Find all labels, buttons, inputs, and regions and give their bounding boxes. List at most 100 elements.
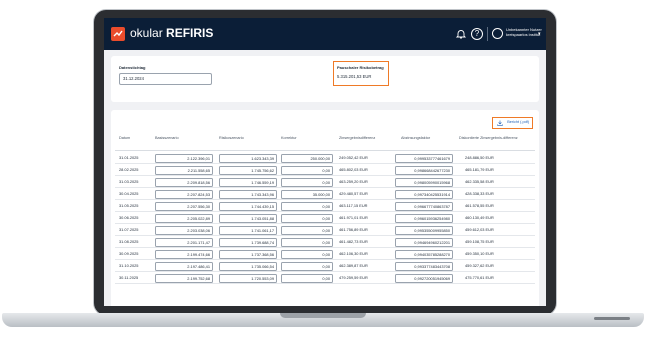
cell-datum: 31.01.2025 [119, 155, 139, 160]
laptop-mockup: okular REFIRIS ? Unbekannter Nutzer krei… [0, 0, 646, 349]
cell-zins: 463.117,15 EUR [339, 203, 368, 208]
faktor-input[interactable]: 0,997340425531914 [395, 189, 453, 199]
faktor-input[interactable]: 0,999533777461679 [395, 153, 453, 163]
korrektur-input[interactable]: 0,00 [281, 177, 333, 187]
table-row: 30.06.2025 2.205.022,89 1.743.051,88 0,00 46… [115, 212, 535, 224]
basis-input[interactable]: 2.122.396,01 [155, 153, 213, 163]
cell-datum: 30.11.2025 [119, 275, 139, 280]
risiko-input[interactable]: 1.746.559,19 [219, 177, 277, 187]
faktor-input[interactable]: 0,994035785288270 [395, 249, 453, 259]
cell-zins: 461.756,89 EUR [339, 227, 368, 232]
cell-disk: 462.335,58 EUR [465, 179, 494, 184]
korrektur-input[interactable]: 0,00 [281, 261, 333, 271]
cell-datum: 31.05.2025 [119, 203, 139, 208]
user-menu[interactable]: Unbekannter Nutzer kreispaarlos institut [506, 27, 542, 37]
basis-input[interactable]: 2.199.474,66 [155, 249, 213, 259]
korrektur-input[interactable]: 0,00 [281, 213, 333, 223]
cell-zins: 461.971,01 EUR [339, 215, 368, 220]
basis-input[interactable]: 2.207.556,30 [155, 201, 213, 211]
help-icon[interactable]: ? [471, 28, 483, 40]
logo-icon[interactable] [111, 27, 125, 41]
faktor-input[interactable]: 0,996677740863787 [395, 201, 453, 211]
user-name-line2: kreispaarlos institut [506, 32, 541, 37]
user-icon[interactable] [492, 28, 503, 39]
cell-datum: 28.02.2025 [119, 167, 139, 172]
cell-disk: 475.770,61 EUR [465, 275, 494, 280]
stichtag-input[interactable]: 31.12.2024 [119, 73, 212, 85]
risiko-input[interactable]: 1.745.756,62 [219, 165, 277, 175]
korrektur-input[interactable]: 0,00 [281, 237, 333, 247]
table-row: 31.10.2025 2.197.486,41 1.735.066,54 0,00 46… [115, 260, 535, 272]
risiko-input[interactable]: 1.743.051,88 [219, 213, 277, 223]
faktor-input[interactable]: 0,996015936254980 [395, 213, 453, 223]
faktor-input[interactable]: 0,994694960212201 [395, 237, 453, 247]
pauschal-label: Pauschaler Risikobetrag [337, 65, 384, 70]
risiko-input[interactable]: 1.737.368,56 [219, 249, 277, 259]
risiko-input[interactable]: 1.735.066,54 [219, 261, 277, 271]
korrektur-input[interactable]: 0,00 [281, 201, 333, 211]
col-disk[interactable]: Diskontierte Zinsergebnis-differenz [459, 136, 521, 141]
faktor-input[interactable]: 0,995355009955850 [395, 225, 453, 235]
col-faktor[interactable]: Abzinsungsfaktor [401, 136, 430, 141]
korrektur-input[interactable]: 0,00 [281, 249, 333, 259]
basis-input[interactable]: 2.209.818,56 [155, 177, 213, 187]
table-row: 31.03.2025 2.209.818,56 1.746.559,19 0,00 46… [115, 176, 535, 188]
table-row: 28.02.2025 2.211.558,65 1.745.756,62 0,00 46… [115, 164, 535, 176]
stichtag-label: Datenstichtag [119, 65, 146, 70]
basis-input[interactable]: 2.203.038,06 [155, 225, 213, 235]
table-row: 31.08.2025 2.201.171,47 1.739.688,74 0,00 46… [115, 236, 535, 248]
col-zins[interactable]: Zinsergebnisdifferenz [339, 136, 375, 141]
app-screen: okular REFIRIS ? Unbekannter Nutzer krei… [104, 18, 546, 306]
korrektur-input[interactable]: 0,00 [281, 225, 333, 235]
basis-input[interactable]: 2.211.558,65 [155, 165, 213, 175]
app-header: okular REFIRIS ? Unbekannter Nutzer krei… [104, 18, 546, 50]
table-row: 30.11.2025 2.199.752,68 1.720.553,09 0,00 47… [115, 272, 535, 284]
korrektur-input[interactable]: 35.000,00 [281, 189, 333, 199]
faktor-input[interactable]: 0,998005990015968 [395, 177, 453, 187]
risiko-input[interactable]: 1.623.343,39 [219, 153, 277, 163]
cell-disk: 459.612,03 EUR [465, 227, 494, 232]
korrektur-input[interactable]: 0,00 [281, 165, 333, 175]
cell-disk: 248.886,50 EUR [465, 155, 494, 160]
faktor-input[interactable]: 0,998668442677230 [395, 165, 453, 175]
col-risiko[interactable]: Risikoszenario [219, 136, 244, 141]
bell-icon[interactable] [455, 28, 467, 40]
faktor-input[interactable]: 0,992720051945069 [395, 273, 453, 283]
risiko-input[interactable]: 1.720.553,09 [219, 273, 277, 283]
risiko-input[interactable]: 1.741.061,17 [219, 225, 277, 235]
table-row: 30.04.2025 2.207.824,53 1.743.343,96 35.000… [115, 188, 535, 200]
table-row: 31.07.2025 2.203.038,06 1.741.061,17 0,00 46… [115, 224, 535, 236]
pauschal-value: 5.315.201,53 EUR [337, 74, 372, 79]
cell-datum: 31.03.2025 [119, 179, 139, 184]
col-basis[interactable]: Basisszenario [155, 136, 179, 141]
cell-zins: 479.259,59 EUR [339, 275, 368, 280]
risiko-input[interactable]: 1.743.343,96 [219, 189, 277, 199]
basis-input[interactable]: 2.199.752,68 [155, 273, 213, 283]
cell-datum: 30.06.2025 [119, 215, 139, 220]
cell-zins: 429.480,57 EUR [339, 191, 368, 196]
cell-zins: 462.106,30 EUR [339, 251, 368, 256]
brand-name: REFIRIS [166, 26, 214, 40]
cell-disk: 459.350,10 EUR [465, 251, 494, 256]
risiko-input[interactable]: 1.744.439,15 [219, 201, 277, 211]
app-brand[interactable]: okular REFIRIS [130, 26, 213, 40]
cell-datum: 30.04.2025 [119, 191, 139, 196]
korrektur-input[interactable]: 250.000,00 [281, 153, 333, 163]
chevron-down-icon[interactable]: ▾ [538, 31, 541, 37]
basis-input[interactable]: 2.207.824,53 [155, 189, 213, 199]
korrektur-input[interactable]: 0,00 [281, 273, 333, 283]
basis-input[interactable]: 2.205.022,89 [155, 213, 213, 223]
cell-disk: 465.181,79 EUR [465, 167, 494, 172]
basis-input[interactable]: 2.201.171,47 [155, 237, 213, 247]
cell-zins: 462.389,87 EUR [339, 263, 368, 268]
report-pdf-button[interactable]: Bericht (.pdf) [492, 117, 533, 129]
cell-datum: 31.08.2025 [119, 239, 139, 244]
cell-zins: 463.259,20 EUR [339, 179, 368, 184]
basis-input[interactable]: 2.197.486,41 [155, 261, 213, 271]
report-button-label: Bericht (.pdf) [507, 120, 529, 124]
risiko-input[interactable]: 1.739.688,74 [219, 237, 277, 247]
col-datum[interactable]: Datum [119, 136, 130, 141]
laptop-base-notch [280, 313, 366, 318]
col-korrektur[interactable]: Korrektur [281, 136, 297, 141]
faktor-input[interactable]: 0,993377483443708 [395, 261, 453, 271]
